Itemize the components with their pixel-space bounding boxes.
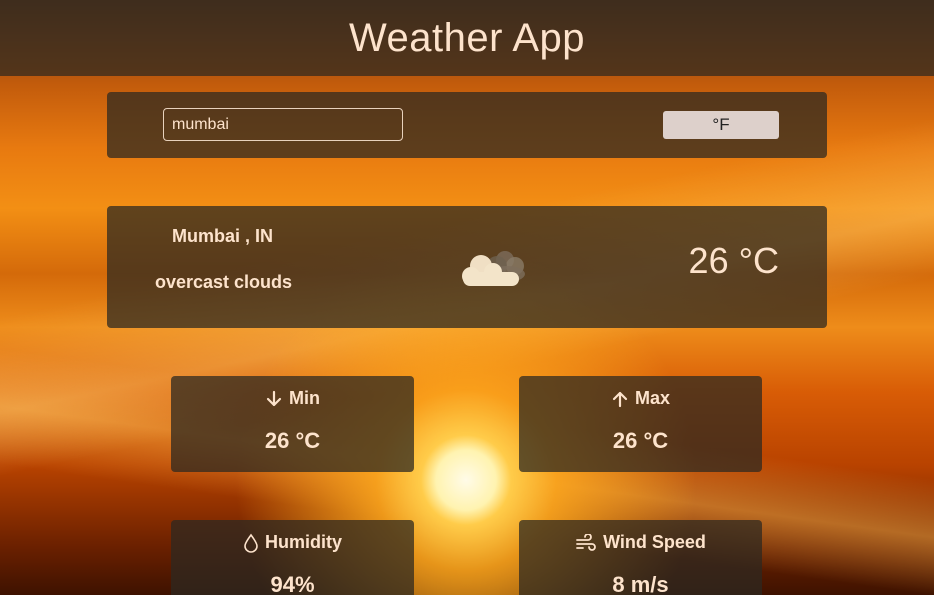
droplet-icon bbox=[243, 533, 259, 553]
current-weather-panel: Mumbai , IN overcast clouds 26 °C bbox=[107, 206, 827, 328]
app-title: Weather App bbox=[348, 15, 586, 60]
min-temp-label: Min bbox=[289, 388, 320, 408]
max-temp-label: Max bbox=[634, 388, 670, 408]
min-temp-value: 26 °C bbox=[264, 428, 321, 453]
city-search-input[interactable] bbox=[163, 108, 403, 141]
humidity-label: Humidity bbox=[264, 532, 342, 552]
arrow-up-icon bbox=[611, 390, 629, 408]
max-temp-value: 26 °C bbox=[612, 428, 669, 453]
current-temperature: 26 °C bbox=[688, 240, 779, 281]
humidity-card: Humidity 94% bbox=[171, 520, 414, 595]
unit-toggle-button[interactable]: °F bbox=[663, 111, 779, 139]
wind-icon bbox=[575, 533, 597, 552]
wind-speed-value: 8 m/s bbox=[612, 572, 669, 595]
max-temp-card: Max 26 °C bbox=[519, 376, 762, 472]
arrow-down-icon bbox=[265, 390, 283, 408]
humidity-value: 94% bbox=[270, 572, 315, 595]
wind-speed-label: Wind Speed bbox=[603, 532, 706, 552]
search-panel: °F bbox=[107, 92, 827, 158]
weather-description: overcast clouds bbox=[155, 272, 293, 292]
location-name: Mumbai , IN bbox=[172, 226, 274, 246]
wind-speed-card: Wind Speed 8 m/s bbox=[519, 520, 762, 595]
app-header: Weather App bbox=[0, 0, 934, 76]
cloud-icon bbox=[457, 242, 531, 292]
min-temp-card: Min 26 °C bbox=[171, 376, 414, 472]
